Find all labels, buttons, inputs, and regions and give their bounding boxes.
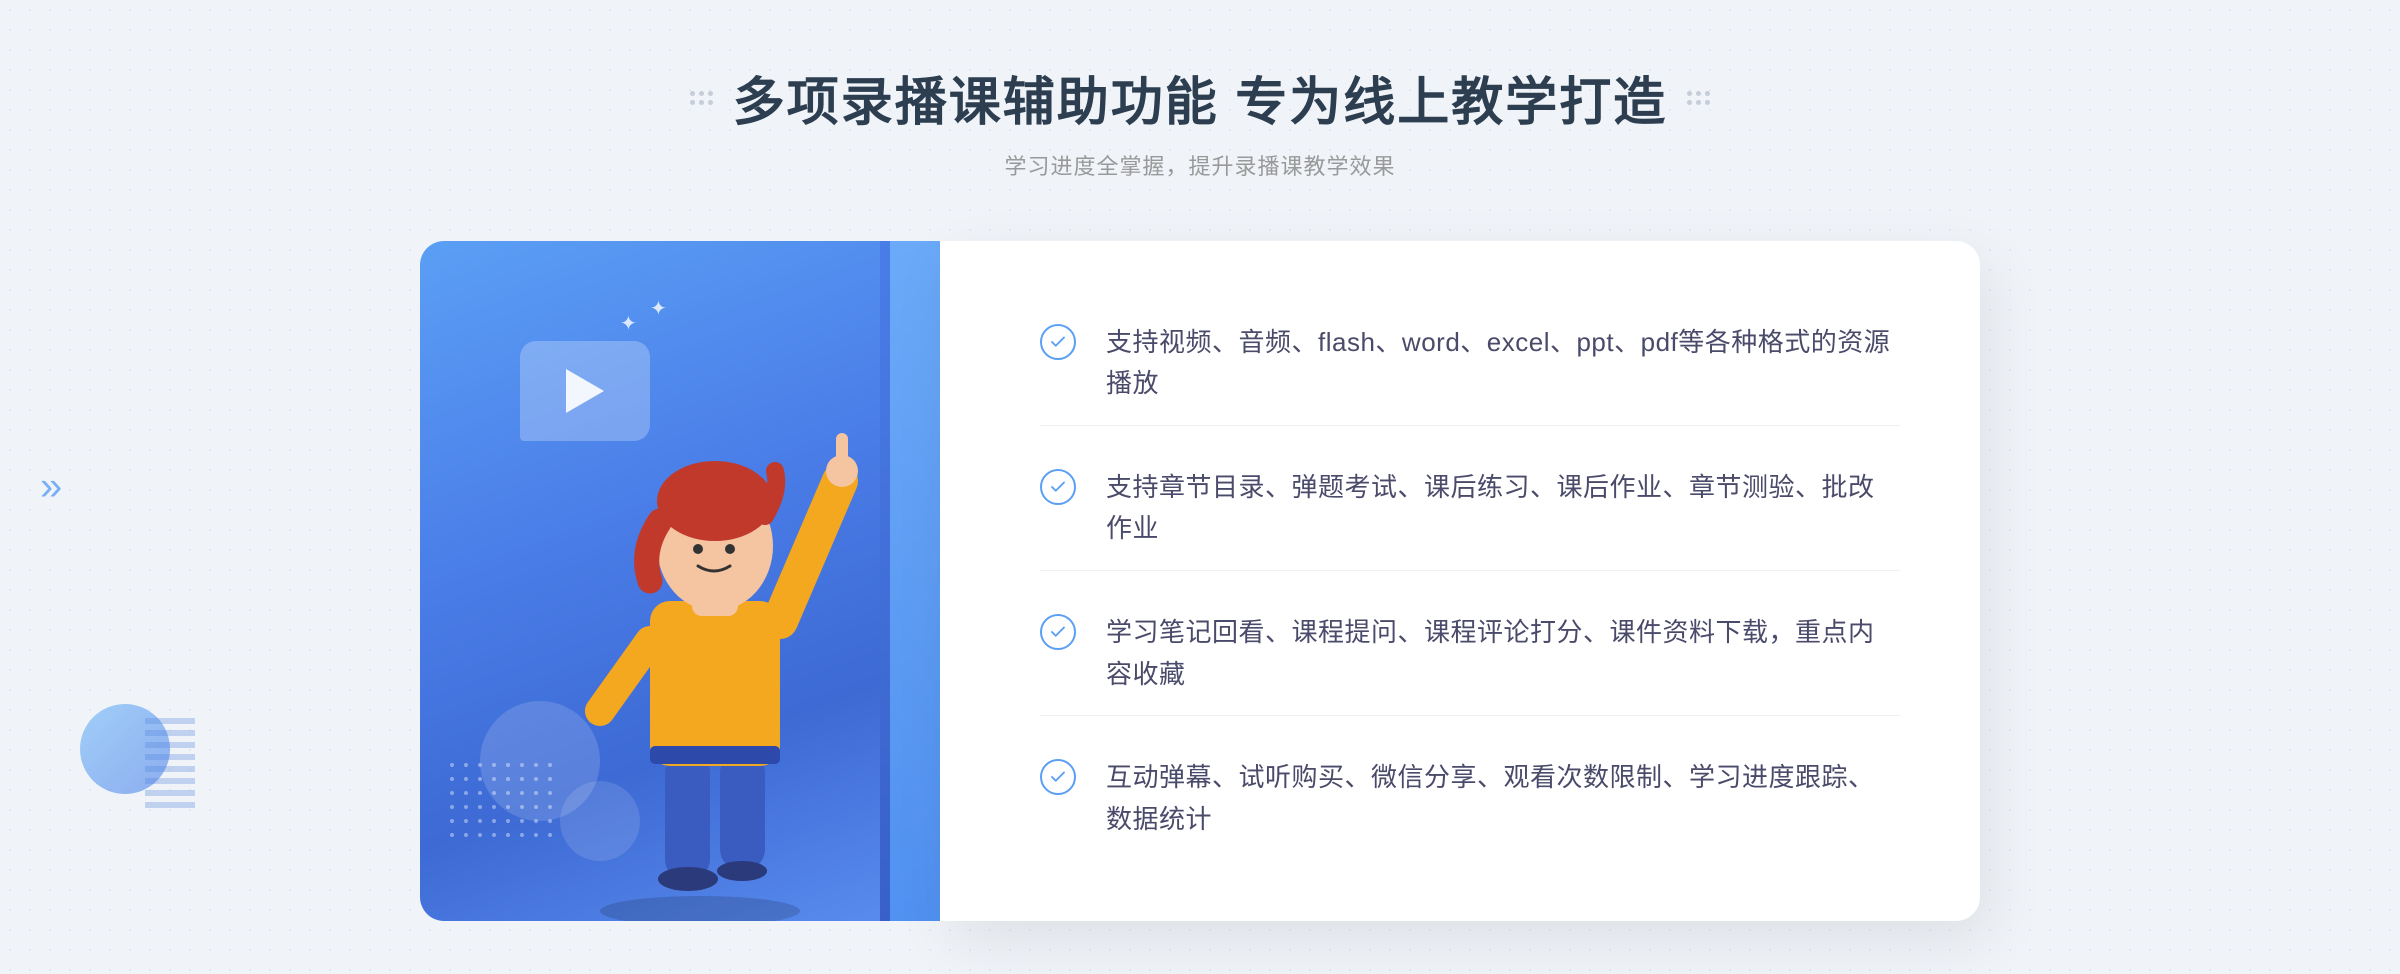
feature-text-3: 学习笔记回看、课程提问、课程评论打分、课件资料下载，重点内容收藏 xyxy=(1106,612,1900,695)
feature-item-1: 支持视频、音频、flash、word、excel、ppt、pdf等各种格式的资源… xyxy=(1040,302,1900,426)
decoration-dots-left xyxy=(690,91,713,105)
content-section: ✦ ✦ xyxy=(420,241,1980,921)
stripe-decoration xyxy=(145,714,195,814)
check-icon-1 xyxy=(1040,324,1076,360)
blue-accent-bar xyxy=(880,241,940,921)
page-subtitle: 学习进度全掌握，提升录播课教学效果 xyxy=(690,149,1710,181)
page-title: 多项录播课辅助功能 专为线上教学打造 xyxy=(733,60,1667,135)
features-panel: 支持视频、音频、flash、word、excel、ppt、pdf等各种格式的资源… xyxy=(940,241,1980,921)
header-section: 多项录播课辅助功能 专为线上教学打造 学习进度全掌握，提升录播课教学效果 xyxy=(690,60,1710,181)
stripe-inner-pattern xyxy=(145,714,195,814)
chevron-double-icon: » xyxy=(40,465,62,510)
feature-text-1: 支持视频、音频、flash、word、excel、ppt、pdf等各种格式的资源… xyxy=(1106,322,1900,405)
sparkle-icon-1: ✦ xyxy=(620,311,637,336)
sparkle-icon-2: ✦ xyxy=(650,296,667,321)
feature-item-4: 互动弹幕、试听购买、微信分享、观看次数限制、学习进度跟踪、数据统计 xyxy=(1040,737,1900,860)
page-container: 多项录播课辅助功能 专为线上教学打造 学习进度全掌握，提升录播课教学效果 ✦ ✦ xyxy=(0,0,2400,974)
check-icon-2 xyxy=(1040,469,1076,505)
feature-text-4: 互动弹幕、试听购买、微信分享、观看次数限制、学习进度跟踪、数据统计 xyxy=(1106,757,1900,840)
feature-item-3: 学习笔记回看、课程提问、课程评论打分、课件资料下载，重点内容收藏 xyxy=(1040,592,1900,716)
check-icon-4 xyxy=(1040,759,1076,795)
decoration-dots-right xyxy=(1687,91,1710,105)
header-title-row: 多项录播课辅助功能 专为线上教学打造 xyxy=(690,60,1710,135)
left-chevrons-decoration: » xyxy=(40,465,62,510)
feature-item-2: 支持章节目录、弹题考试、课后练习、课后作业、章节测验、批改作业 xyxy=(1040,447,1900,571)
check-icon-3 xyxy=(1040,614,1076,650)
illustration-card: ✦ ✦ xyxy=(420,241,940,921)
illustration-figure xyxy=(480,401,860,921)
feature-text-2: 支持章节目录、弹题考试、课后练习、课后作业、章节测验、批改作业 xyxy=(1106,467,1900,550)
